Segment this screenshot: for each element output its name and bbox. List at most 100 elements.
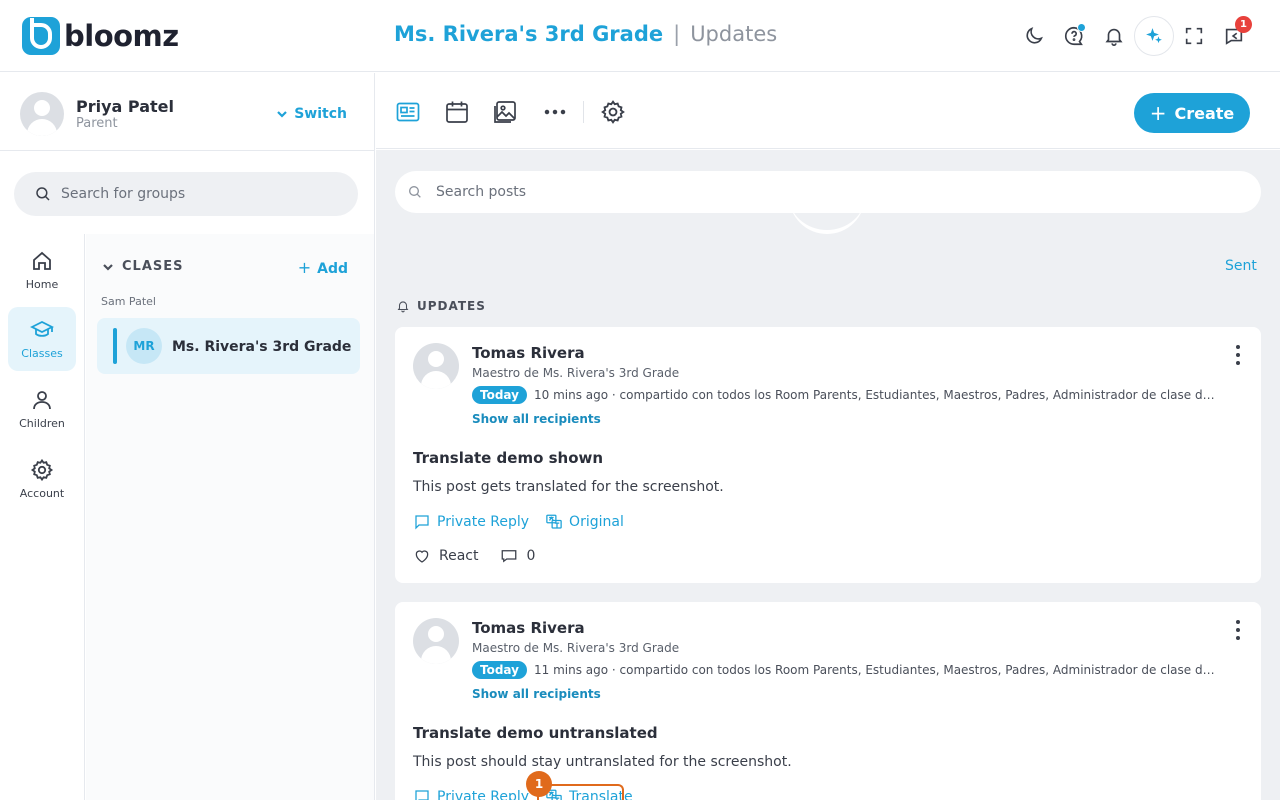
group-search-placeholder: Search for groups: [61, 186, 186, 202]
graduation-cap-icon: [30, 320, 54, 337]
search-icon: [36, 187, 50, 201]
post-search-input[interactable]: Search posts: [395, 171, 1261, 213]
nav-item-label: Children: [19, 417, 65, 430]
today-badge: Today: [472, 661, 527, 679]
show-all-recipients-link[interactable]: Show all recipients: [472, 412, 601, 426]
ai-assistant-button[interactable]: [1134, 16, 1174, 56]
chat-bubble-icon: [415, 790, 429, 800]
top-header: bloomz Ms. Rivera's 3rd Grade | Updates …: [0, 0, 1280, 72]
messages-button[interactable]: 1: [1214, 16, 1254, 56]
nav-item-account[interactable]: Account: [8, 447, 76, 511]
private-reply-button[interactable]: Private Reply: [413, 513, 529, 531]
post-author[interactable]: Tomas Rivera: [472, 619, 585, 637]
comment-icon: [502, 550, 517, 563]
switch-button[interactable]: Switch: [276, 106, 347, 122]
classes-section-toggle[interactable]: CLASES: [102, 259, 184, 274]
kebab-dot: [1236, 353, 1240, 357]
kebab-dot: [1236, 620, 1240, 624]
post-body: This post gets translated for the screen…: [413, 479, 724, 495]
post-title: Translate demo shown: [413, 449, 604, 467]
original-button[interactable]: Original: [545, 513, 624, 531]
react-label: React: [439, 548, 479, 564]
child-name-label: Sam Patel: [101, 295, 156, 308]
post-title: Translate demo untranslated: [413, 724, 658, 742]
group-settings-button[interactable]: [600, 99, 626, 125]
profile-name: Priya Patel: [76, 97, 174, 116]
translate-icon: [546, 514, 562, 529]
updates-tab[interactable]: [395, 99, 421, 125]
fullscreen-button[interactable]: [1174, 16, 1214, 56]
post-menu-button[interactable]: [1235, 345, 1241, 365]
sent-filter-link[interactable]: Sent: [1225, 258, 1257, 274]
expand-icon: [1185, 27, 1203, 45]
breadcrumb: Ms. Rivera's 3rd Grade | Updates: [394, 22, 777, 46]
add-class-label: Add: [317, 261, 348, 277]
messages-badge: 1: [1235, 16, 1252, 33]
post-meta-text: 10 mins ago · compartido con todos los R…: [533, 388, 1220, 402]
author-avatar[interactable]: [413, 618, 459, 664]
nav-item-label: Classes: [21, 347, 63, 360]
nav-item-children[interactable]: Children: [8, 377, 76, 441]
breadcrumb-separator: |: [673, 22, 681, 46]
post-author-role: Maestro de Ms. Rivera's 3rd Grade: [472, 641, 680, 655]
comments-button[interactable]: 0: [500, 547, 535, 565]
translate-button[interactable]: Translate: [537, 784, 633, 800]
post-meta: Today 10 mins ago · compartido con todos…: [472, 386, 1220, 404]
help-button[interactable]: [1054, 16, 1094, 56]
header-actions: 1: [1014, 16, 1254, 56]
original-label: Original: [569, 514, 624, 530]
kebab-dot: [1236, 628, 1240, 632]
updates-section-header: UPDATES: [396, 299, 486, 313]
dark-mode-button[interactable]: [1014, 16, 1054, 56]
bell-icon: [397, 301, 409, 313]
kebab-dot: [1236, 345, 1240, 349]
groups-panel: CLASES + Add Sam Patel MR Ms. Rivera's 3r…: [86, 234, 374, 800]
post-search-placeholder: Search posts: [436, 184, 527, 200]
show-all-recipients-link[interactable]: Show all recipients: [472, 687, 601, 701]
photos-tab[interactable]: [492, 99, 518, 125]
toolbar-divider: [583, 101, 584, 123]
post-author[interactable]: Tomas Rivera: [472, 344, 585, 362]
group-search-input[interactable]: Search for groups: [14, 172, 358, 216]
bloomz-logo[interactable]: bloomz: [22, 17, 179, 55]
notifications-button[interactable]: [1094, 16, 1134, 56]
group-initials-avatar: MR: [126, 328, 162, 364]
group-name: Ms. Rivera's 3rd Grade: [172, 339, 352, 355]
post-card: Tomas Rivera Maestro de Ms. Rivera's 3rd…: [395, 327, 1261, 583]
nav-item-home[interactable]: Home: [8, 238, 76, 302]
private-reply-button[interactable]: Private Reply: [413, 788, 529, 800]
post-card: Tomas Rivera Maestro de Ms. Rivera's 3rd…: [395, 602, 1261, 800]
author-avatar[interactable]: [413, 343, 459, 389]
step-marker: 1: [526, 771, 552, 797]
classes-section-label: CLASES: [122, 259, 184, 274]
person-icon: [33, 391, 51, 410]
heart-icon: [415, 550, 429, 563]
profile-panel: Priya Patel Parent Switch: [0, 73, 375, 151]
nav-rail: Home Classes Children Account: [0, 234, 85, 800]
private-reply-label: Private Reply: [437, 789, 530, 800]
kebab-dot: [1236, 361, 1240, 365]
active-indicator: [113, 328, 117, 364]
avatar[interactable]: [20, 92, 64, 136]
profile-role: Parent: [76, 116, 118, 131]
gear-icon: [30, 458, 54, 482]
nav-item-classes[interactable]: Classes: [8, 307, 76, 371]
calendar-tab[interactable]: [444, 99, 470, 125]
create-button[interactable]: + Create: [1134, 93, 1250, 133]
switch-label: Switch: [294, 106, 347, 122]
post-menu-button[interactable]: [1235, 620, 1241, 640]
updates-section-label: UPDATES: [417, 299, 486, 313]
comment-count: 0: [526, 548, 536, 564]
post-meta-text: 11 mins ago · compartido con todos los R…: [533, 663, 1220, 677]
post-reactions: React 0: [413, 547, 557, 565]
plus-icon: +: [1149, 101, 1167, 125]
kebab-dot: [1236, 636, 1240, 640]
add-class-button[interactable]: + Add: [298, 258, 348, 277]
private-reply-label: Private Reply: [437, 514, 530, 530]
more-tab[interactable]: [542, 99, 568, 125]
post-body: This post should stay untranslated for t…: [413, 754, 792, 770]
react-button[interactable]: React: [413, 547, 478, 565]
photos-icon: [494, 101, 516, 123]
group-title[interactable]: Ms. Rivera's 3rd Grade: [394, 22, 663, 46]
group-item-ms-rivera[interactable]: MR Ms. Rivera's 3rd Grade: [97, 318, 360, 374]
